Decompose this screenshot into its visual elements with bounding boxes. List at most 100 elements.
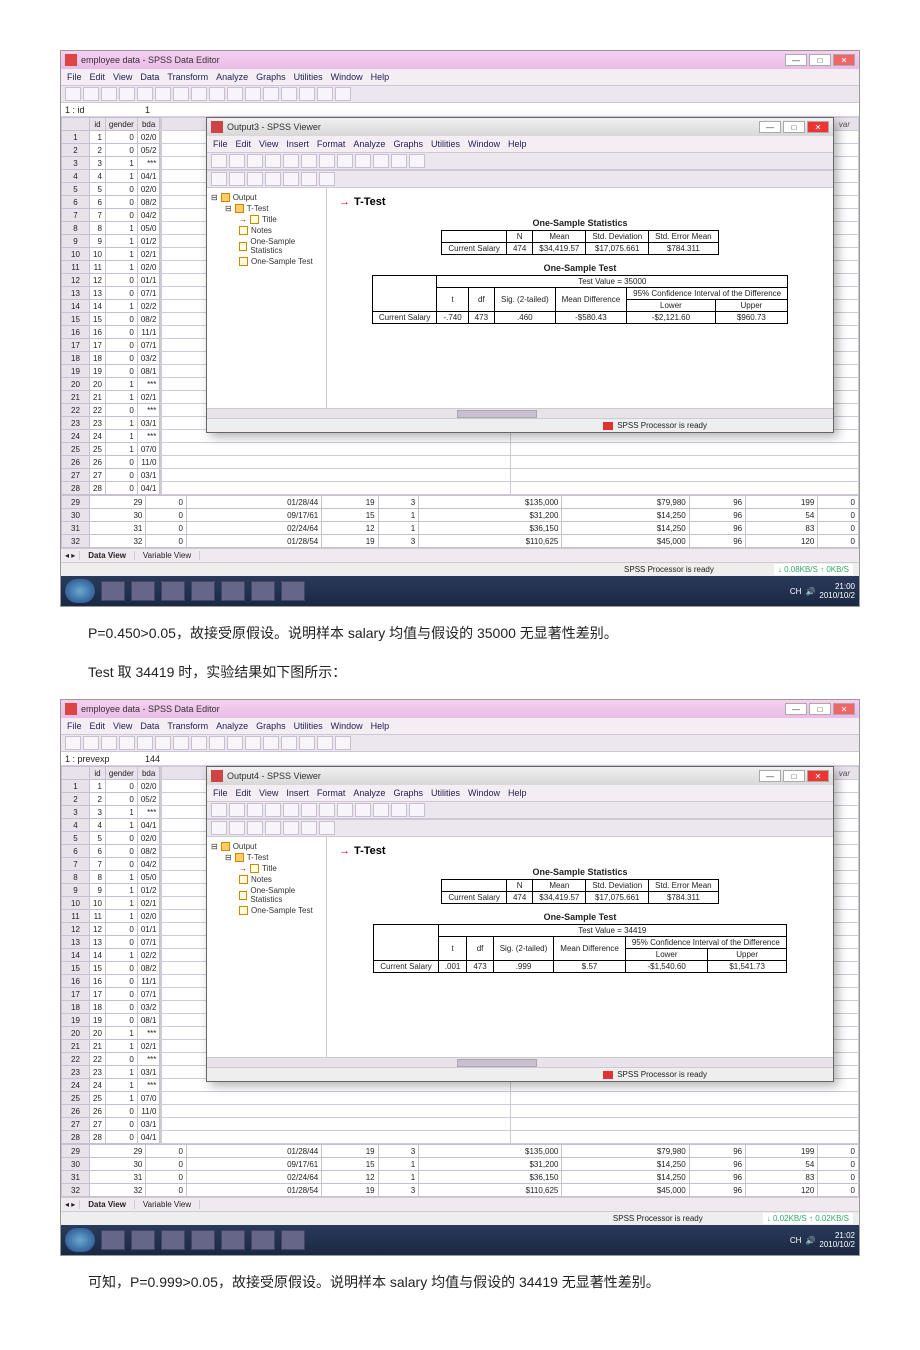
- viewer-hscroll[interactable]: [207, 1057, 833, 1067]
- tree-output[interactable]: Output: [233, 193, 257, 202]
- toolbar-button[interactable]: [373, 154, 389, 168]
- menu-view[interactable]: View: [113, 721, 132, 731]
- task-icon[interactable]: [281, 1230, 305, 1250]
- viewer-maximize[interactable]: □: [783, 121, 805, 133]
- toolbar-button[interactable]: [301, 154, 317, 168]
- tree-test[interactable]: One-Sample Test: [251, 906, 313, 915]
- viewer-close[interactable]: ✕: [807, 770, 829, 782]
- toolbar-button[interactable]: [227, 736, 243, 750]
- tab-data-view[interactable]: Data View: [80, 551, 135, 560]
- vmenu-analyze[interactable]: Analyze: [353, 139, 385, 149]
- toolbar-button[interactable]: [355, 154, 371, 168]
- toolbar-button[interactable]: [247, 803, 263, 817]
- toolbar-button[interactable]: [299, 87, 315, 101]
- toolbar-button[interactable]: [211, 821, 227, 835]
- menu-window[interactable]: Window: [331, 72, 363, 82]
- output-tree[interactable]: ⊟Output ⊟T-Test →Title Notes One-Sample …: [207, 188, 327, 408]
- task-icon[interactable]: [191, 1230, 215, 1250]
- toolbar-button[interactable]: [265, 821, 281, 835]
- toolbar-button[interactable]: [101, 736, 117, 750]
- vmenu-insert[interactable]: Insert: [286, 788, 309, 798]
- menu-window[interactable]: Window: [331, 721, 363, 731]
- toolbar-button[interactable]: [119, 736, 135, 750]
- menu-file[interactable]: File: [67, 72, 82, 82]
- menu-analyze[interactable]: Analyze: [216, 721, 248, 731]
- tree-stats[interactable]: One-Sample Statistics: [250, 886, 322, 904]
- toolbar-button[interactable]: [265, 154, 281, 168]
- toolbar-button[interactable]: [317, 87, 333, 101]
- menu-file[interactable]: File: [67, 721, 82, 731]
- viewer-hscroll[interactable]: [207, 408, 833, 418]
- toolbar-button[interactable]: [229, 803, 245, 817]
- toolbar-button[interactable]: [319, 172, 335, 186]
- toolbar-button[interactable]: [335, 87, 351, 101]
- toolbar-button[interactable]: [373, 803, 389, 817]
- toolbar-button[interactable]: [319, 803, 335, 817]
- toolbar-button[interactable]: [245, 87, 261, 101]
- menu-help[interactable]: Help: [371, 72, 390, 82]
- task-icon[interactable]: [131, 1230, 155, 1250]
- viewer-maximize[interactable]: □: [783, 770, 805, 782]
- menu-edit[interactable]: Edit: [90, 72, 106, 82]
- task-icon[interactable]: [251, 1230, 275, 1250]
- vmenu-graphs[interactable]: Graphs: [393, 139, 423, 149]
- toolbar-button[interactable]: [155, 87, 171, 101]
- toolbar-button[interactable]: [229, 154, 245, 168]
- menu-graphs[interactable]: Graphs: [256, 721, 286, 731]
- toolbar-button[interactable]: [319, 821, 335, 835]
- toolbar-button[interactable]: [137, 736, 153, 750]
- vmenu-format[interactable]: Format: [317, 788, 346, 798]
- close-button[interactable]: ✕: [833, 703, 855, 715]
- toolbar-button[interactable]: [101, 87, 117, 101]
- toolbar-button[interactable]: [173, 87, 189, 101]
- vmenu-view[interactable]: View: [259, 139, 278, 149]
- toolbar-button[interactable]: [283, 803, 299, 817]
- toolbar-button[interactable]: [211, 172, 227, 186]
- vmenu-file[interactable]: File: [213, 139, 228, 149]
- toolbar-button[interactable]: [301, 172, 317, 186]
- toolbar-button[interactable]: [337, 154, 353, 168]
- task-icon[interactable]: [221, 1230, 245, 1250]
- bottom-grid[interactable]: 2929001/28/44193$135,000$79,980961990303…: [61, 1144, 859, 1197]
- toolbar-button[interactable]: [65, 87, 81, 101]
- toolbar-button[interactable]: [209, 736, 225, 750]
- toolbar-button[interactable]: [83, 736, 99, 750]
- vmenu-help[interactable]: Help: [508, 139, 527, 149]
- toolbar-button[interactable]: [247, 172, 263, 186]
- task-icon[interactable]: [251, 581, 275, 601]
- toolbar-button[interactable]: [209, 87, 225, 101]
- menu-graphs[interactable]: Graphs: [256, 72, 286, 82]
- tree-title[interactable]: Title: [262, 864, 277, 873]
- tree-stats[interactable]: One-Sample Statistics: [250, 237, 322, 255]
- menu-data[interactable]: Data: [140, 721, 159, 731]
- toolbar-button[interactable]: [155, 736, 171, 750]
- toolbar-button[interactable]: [211, 803, 227, 817]
- data-grid[interactable]: idgenderbda11002/022005/2331***44104/155…: [61, 766, 160, 1144]
- toolbar-button[interactable]: [391, 803, 407, 817]
- vmenu-edit[interactable]: Edit: [236, 139, 252, 149]
- tab-variable-view[interactable]: Variable View: [135, 551, 200, 560]
- task-icon[interactable]: [131, 581, 155, 601]
- bottom-grid[interactable]: 2929001/28/44193$135,000$79,980961990303…: [61, 495, 859, 548]
- tree-title[interactable]: Title: [262, 215, 277, 224]
- maximize-button[interactable]: □: [809, 54, 831, 66]
- toolbar-button[interactable]: [265, 172, 281, 186]
- toolbar-button[interactable]: [355, 803, 371, 817]
- data-grid[interactable]: idgenderbda11002/022005/2331***44104/155…: [61, 117, 160, 495]
- minimize-button[interactable]: —: [785, 54, 807, 66]
- vmenu-utilities[interactable]: Utilities: [431, 788, 460, 798]
- toolbar-button[interactable]: [227, 87, 243, 101]
- toolbar-button[interactable]: [283, 172, 299, 186]
- toolbar-button[interactable]: [265, 803, 281, 817]
- minimize-button[interactable]: —: [785, 703, 807, 715]
- toolbar-button[interactable]: [229, 821, 245, 835]
- toolbar-button[interactable]: [409, 154, 425, 168]
- toolbar-button[interactable]: [337, 803, 353, 817]
- tree-ttest[interactable]: T-Test: [247, 204, 269, 213]
- vmenu-edit[interactable]: Edit: [236, 788, 252, 798]
- toolbar-button[interactable]: [65, 736, 81, 750]
- toolbar-button[interactable]: [299, 736, 315, 750]
- tree-notes[interactable]: Notes: [251, 875, 272, 884]
- vmenu-window[interactable]: Window: [468, 139, 500, 149]
- menu-analyze[interactable]: Analyze: [216, 72, 248, 82]
